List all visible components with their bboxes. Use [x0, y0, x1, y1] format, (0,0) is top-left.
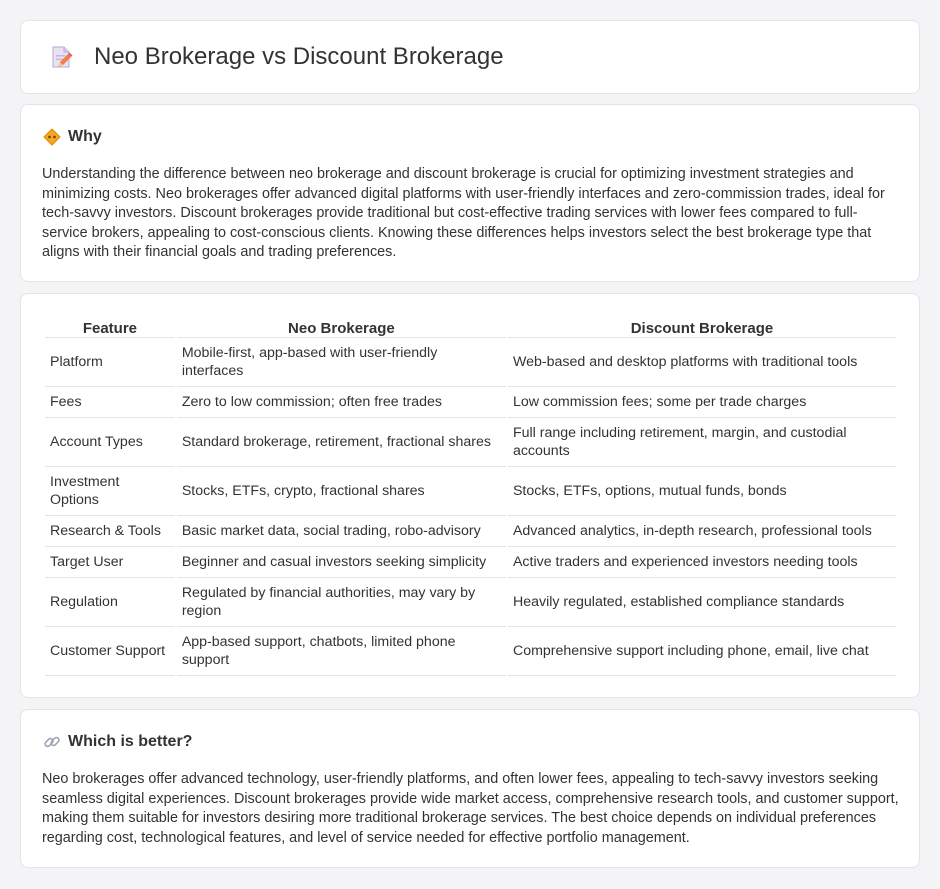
feature-cell: Account Types: [45, 418, 175, 467]
column-header-neo: Neo Brokerage: [176, 316, 506, 338]
better-heading: Which is better?: [43, 733, 192, 751]
comparison-card: Feature Neo Brokerage Discount Brokerage…: [20, 293, 920, 698]
neo-cell: Stocks, ETFs, crypto, fractional shares: [176, 467, 506, 516]
feature-cell: Target User: [45, 547, 175, 578]
link-icon: [43, 733, 61, 751]
neo-cell: Standard brokerage, retirement, fraction…: [176, 418, 506, 467]
document-edit-icon: [46, 43, 74, 71]
discount-cell: Active traders and experienced investors…: [507, 547, 896, 578]
table-row: Account Types Standard brokerage, retire…: [45, 418, 896, 467]
table-row: Regulation Regulated by financial author…: [45, 578, 896, 627]
discount-cell: Low commission fees; some per trade char…: [507, 387, 896, 418]
which-better-card: Which is better? Neo brokerages offer ad…: [20, 709, 920, 868]
feature-cell: Customer Support: [45, 627, 175, 676]
why-title: Why: [68, 128, 102, 145]
table-row: Investment Options Stocks, ETFs, crypto,…: [45, 467, 896, 516]
diamond-sign-icon: [43, 128, 61, 146]
discount-cell: Comprehensive support including phone, e…: [507, 627, 896, 676]
discount-cell: Full range including retirement, margin,…: [507, 418, 896, 467]
feature-cell: Research & Tools: [45, 516, 175, 547]
better-body: Neo brokerages offer advanced technology…: [42, 771, 899, 846]
feature-cell: Fees: [45, 387, 175, 418]
discount-cell: Heavily regulated, established complianc…: [507, 578, 896, 627]
discount-cell: Web-based and desktop platforms with tra…: [507, 338, 896, 387]
feature-cell: Platform: [45, 338, 175, 387]
table-row: Customer Support App-based support, chat…: [45, 627, 896, 676]
feature-cell: Investment Options: [45, 467, 175, 516]
discount-cell: Advanced analytics, in-depth research, p…: [507, 516, 896, 547]
table-row: Platform Mobile-first, app-based with us…: [45, 338, 896, 387]
neo-cell: Zero to low commission; often free trade…: [176, 387, 506, 418]
page-title: Neo Brokerage vs Discount Brokerage: [94, 43, 504, 70]
discount-cell: Stocks, ETFs, options, mutual funds, bon…: [507, 467, 896, 516]
neo-cell: Mobile-first, app-based with user-friend…: [176, 338, 506, 387]
table-header-row: Feature Neo Brokerage Discount Brokerage: [45, 316, 896, 338]
neo-cell: Basic market data, social trading, robo-…: [176, 516, 506, 547]
feature-cell: Regulation: [45, 578, 175, 627]
table-row: Fees Zero to low commission; often free …: [45, 387, 896, 418]
header-card: Neo Brokerage vs Discount Brokerage: [20, 20, 920, 94]
why-card: Why Understanding the difference between…: [20, 104, 920, 282]
comparison-table: Feature Neo Brokerage Discount Brokerage…: [43, 316, 898, 676]
column-header-discount: Discount Brokerage: [507, 316, 896, 338]
column-header-feature: Feature: [45, 316, 175, 338]
table-row: Target User Beginner and casual investor…: [45, 547, 896, 578]
better-title: Which is better?: [68, 733, 193, 750]
table-row: Research & Tools Basic market data, soci…: [45, 516, 896, 547]
neo-cell: App-based support, chatbots, limited pho…: [176, 627, 506, 676]
why-body: Understanding the difference between neo…: [42, 166, 885, 261]
neo-cell: Beginner and casual investors seeking si…: [176, 547, 506, 578]
neo-cell: Regulated by financial authorities, may …: [176, 578, 506, 627]
why-heading: Why: [43, 128, 102, 146]
